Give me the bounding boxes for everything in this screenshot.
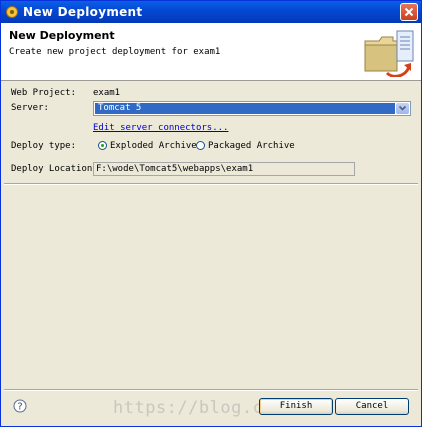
dialog-window: New Deployment New Deployment Create new… — [0, 0, 422, 427]
finish-button[interactable]: Finish — [259, 398, 333, 415]
header-description: Create new project deployment for exam1 — [9, 47, 221, 57]
footer-separator — [4, 389, 418, 391]
deployment-form: Web Project: exam1 Server: Tomcat 5 Edit… — [1, 81, 421, 187]
exploded-archive-radio[interactable] — [98, 141, 107, 150]
header-title: New Deployment — [9, 29, 115, 42]
chevron-down-icon — [398, 105, 407, 111]
exploded-archive-label[interactable]: Exploded Archive — [110, 141, 197, 151]
svg-text:?: ? — [17, 402, 22, 413]
dialog-header: New Deployment Create new project deploy… — [1, 23, 421, 81]
close-icon — [404, 7, 414, 17]
server-label: Server: — [11, 103, 49, 113]
packaged-archive-radio[interactable] — [196, 141, 205, 150]
web-project-value: exam1 — [93, 88, 121, 98]
deploy-type-label: Deploy type: — [11, 141, 77, 151]
packaged-archive-label[interactable]: Packaged Archive — [208, 141, 295, 151]
content-separator — [4, 183, 418, 185]
title-bar[interactable]: New Deployment — [1, 1, 421, 23]
app-icon — [6, 6, 18, 18]
cancel-button[interactable]: Cancel — [335, 398, 409, 415]
server-selected-value: Tomcat 5 — [95, 103, 395, 114]
server-select[interactable]: Tomcat 5 — [93, 101, 411, 116]
close-button[interactable] — [400, 3, 418, 21]
server-dropdown-button[interactable] — [396, 103, 409, 114]
deploy-location-field[interactable]: F:\wode\Tomcat5\webapps\exam1 — [93, 162, 355, 176]
cancel-button-label: Cancel — [355, 401, 389, 411]
edit-server-connectors-link[interactable]: Edit server connectors... — [93, 123, 228, 133]
help-icon[interactable]: ? — [13, 399, 27, 413]
watermark-text: https://blog.c — [113, 398, 264, 418]
window-title: New Deployment — [23, 5, 143, 19]
finish-button-label: Finish — [279, 401, 313, 411]
deploy-location-label: Deploy Location: — [11, 164, 98, 174]
web-project-label: Web Project: — [11, 88, 77, 98]
deploy-banner-icon — [364, 30, 414, 77]
